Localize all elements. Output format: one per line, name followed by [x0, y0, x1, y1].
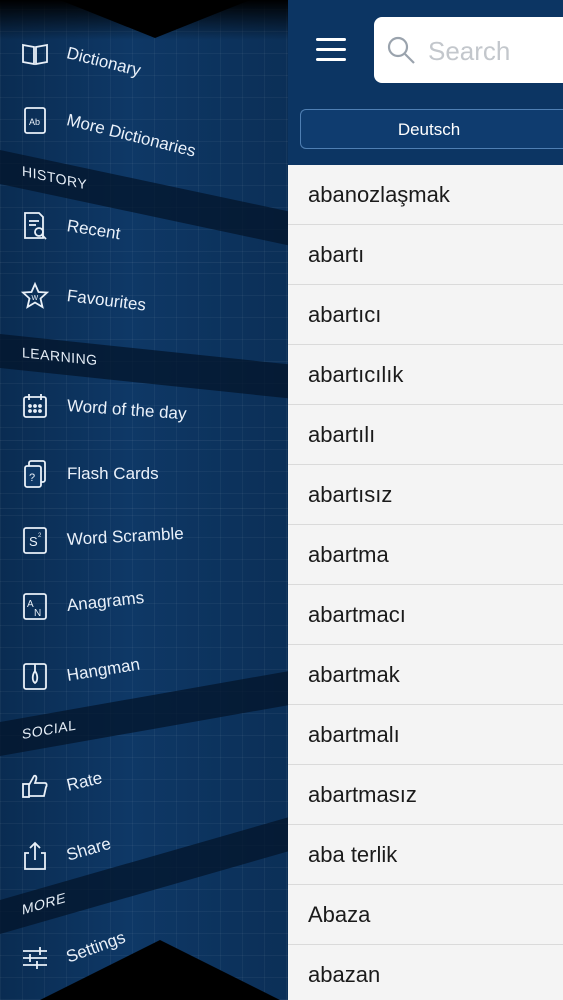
- word-list: abanozlaşmak abartı abartıcı abartıcılık…: [288, 165, 563, 1000]
- list-item[interactable]: abanozlaşmak: [288, 165, 563, 225]
- divider: [0, 508, 288, 509]
- sidebar-item-flash-cards[interactable]: ? Flash Cards: [0, 446, 288, 504]
- list-item[interactable]: abartısız: [288, 465, 563, 525]
- section-title: SOCIAL: [22, 716, 77, 743]
- sidebar-item-more-dictionaries[interactable]: Ab More Dictionaries: [0, 92, 288, 161]
- sidebar-item-label: More Dictionaries: [64, 110, 198, 161]
- list-item[interactable]: abartma: [288, 525, 563, 585]
- section-title: HISTORY: [22, 162, 88, 193]
- svg-text:Ab: Ab: [29, 117, 40, 127]
- section-title: MORE: [22, 889, 66, 918]
- svg-text:W: W: [32, 295, 39, 302]
- list-item[interactable]: abartıcılık: [288, 345, 563, 405]
- ab-dictionary-icon: Ab: [20, 105, 50, 135]
- sidebar-item-label: Rate: [64, 768, 105, 795]
- list-item[interactable]: abartmak: [288, 645, 563, 705]
- sidebar-item-label: Favourites: [65, 286, 148, 315]
- main-panel: Deutsch abanozlaşmak abartı abartıcı aba…: [288, 0, 563, 1000]
- sidebar-item-label: Flash Cards: [67, 464, 159, 483]
- divider: [0, 262, 288, 263]
- tab-deutsch[interactable]: Deutsch: [300, 109, 563, 149]
- sidebar-item-label: Hangman: [65, 654, 142, 685]
- sidebar-item-label: Share: [64, 833, 114, 865]
- svg-text:S: S: [29, 534, 38, 549]
- star-icon: W: [20, 281, 50, 311]
- sidebar-item-rate[interactable]: Rate: [0, 758, 288, 816]
- search-icon: [386, 35, 416, 65]
- list-item[interactable]: abazan: [288, 945, 563, 1000]
- menu-button[interactable]: [316, 38, 346, 62]
- thumbs-up-icon: [20, 771, 50, 801]
- svg-text:?: ?: [29, 472, 35, 484]
- list-item[interactable]: Abaza: [288, 885, 563, 945]
- list-item[interactable]: abartmacı: [288, 585, 563, 645]
- hamburger-line: [316, 38, 346, 41]
- list-item[interactable]: abartmalı: [288, 705, 563, 765]
- sidebar-item-label: Dictionary: [64, 43, 143, 81]
- side-menu: Dictionary Ab More Dictionaries HISTORY …: [0, 0, 288, 1000]
- svg-text:A: A: [27, 599, 34, 610]
- divider: [0, 440, 288, 441]
- sidebar-item-label: Anagrams: [65, 587, 146, 615]
- sidebar-item-label: Word of the day: [66, 396, 188, 424]
- share-icon: [20, 841, 50, 871]
- hamburger-line: [316, 48, 346, 51]
- scramble-icon: S2: [20, 525, 50, 555]
- sidebar-item-recent[interactable]: Recent: [0, 198, 288, 256]
- sidebar-item-word-scramble[interactable]: S2 Word Scramble: [0, 512, 288, 570]
- sidebar-item-label: Word Scramble: [66, 523, 185, 549]
- anagrams-icon: AN: [20, 591, 50, 621]
- list-item[interactable]: abartı: [288, 225, 563, 285]
- sidebar-item-favourites[interactable]: W Favourites: [0, 268, 288, 326]
- list-item[interactable]: abartıcı: [288, 285, 563, 345]
- svg-text:N: N: [34, 608, 41, 619]
- list-item[interactable]: aba terlik: [288, 825, 563, 885]
- sidebar-item-anagrams[interactable]: AN Anagrams: [0, 578, 288, 636]
- sidebar-item-word-of-the-day[interactable]: Word of the day: [0, 378, 288, 436]
- header: Deutsch: [288, 0, 563, 165]
- flash-cards-icon: ?: [20, 459, 50, 489]
- sidebar-item-dictionary[interactable]: Dictionary: [0, 25, 288, 83]
- sidebar-item-label: Recent: [65, 216, 122, 244]
- svg-text:2: 2: [38, 533, 42, 539]
- list-item[interactable]: abartmasız: [288, 765, 563, 825]
- hamburger-line: [316, 58, 346, 61]
- calendar-icon: [20, 391, 50, 421]
- book-icon: [20, 38, 50, 68]
- recent-icon: [20, 211, 50, 241]
- section-title: LEARNING: [22, 344, 98, 369]
- search-input[interactable]: [426, 31, 563, 71]
- hangman-icon: [20, 661, 50, 691]
- list-item[interactable]: abartılı: [288, 405, 563, 465]
- search-box[interactable]: [374, 17, 563, 83]
- fold-shadow-bottom: [40, 940, 280, 1000]
